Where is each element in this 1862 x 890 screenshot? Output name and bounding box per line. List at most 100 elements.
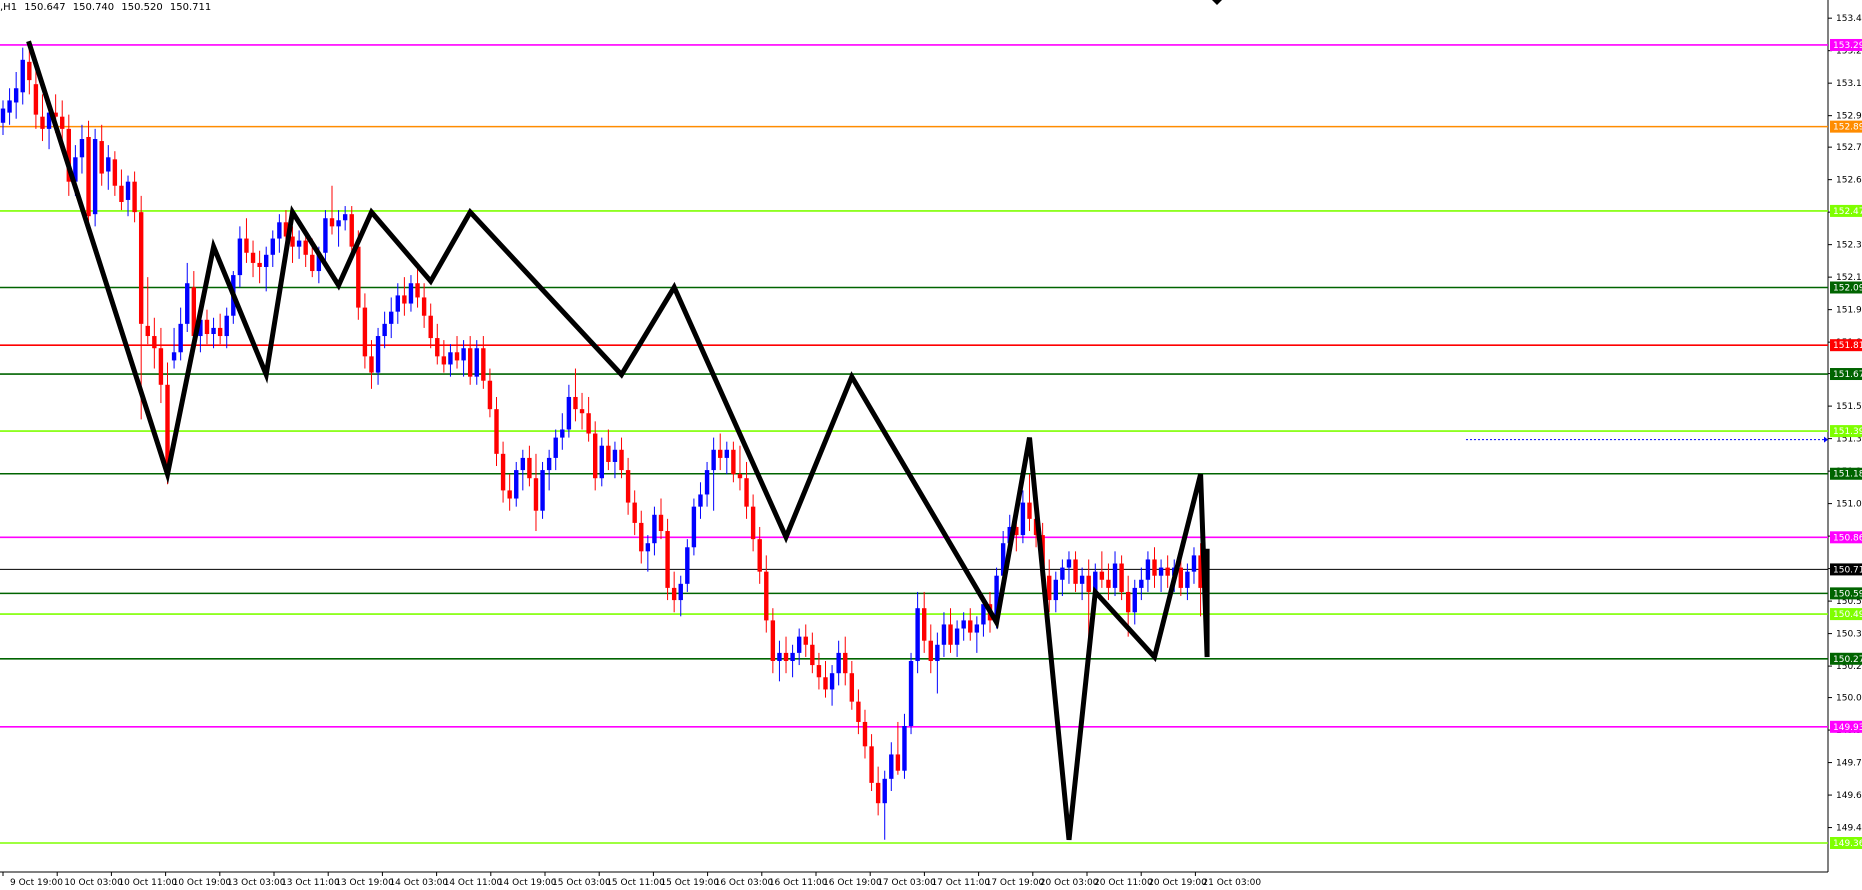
price-tick-label: 151.515 [1836, 402, 1862, 412]
level-tag-label: 151.673 [1833, 370, 1862, 380]
time-tick-label: 16 Oct 11:00 [769, 878, 828, 888]
time-tick-label: 10 Oct 19:00 [173, 878, 232, 888]
price-tick-label: 149.600 [1836, 791, 1862, 801]
time-tick-label: 20 Oct 19:00 [1148, 878, 1207, 888]
candle-body [1066, 559, 1072, 568]
candle-body [402, 295, 407, 304]
candle-body [277, 222, 282, 239]
time-tick-label: 9 Oct 19:00 [10, 878, 63, 888]
candle-body [915, 608, 920, 662]
candle-body [783, 652, 789, 662]
candle-body [514, 470, 519, 499]
level-tag-label: 151.182 [1833, 470, 1862, 480]
candle-body [1178, 567, 1184, 588]
candle-body [1152, 559, 1157, 576]
candle-body [968, 620, 973, 633]
candle-body [810, 644, 815, 666]
candle-body [211, 327, 216, 335]
candle-body [448, 352, 453, 365]
candle-body [1112, 563, 1118, 588]
candle-body [375, 336, 381, 373]
level-tag-label: 152.891 [1833, 123, 1862, 133]
level-tag-label: 151.815 [1833, 341, 1862, 351]
zigzag-overlay [26, 40, 1210, 841]
price-tick-label: 151.990 [1836, 306, 1862, 316]
candle-body [790, 652, 795, 662]
candle-body [533, 478, 539, 511]
level-tag-label: 150.869 [1833, 533, 1862, 543]
candle-body [954, 628, 960, 645]
candle-body [579, 409, 585, 414]
candle-body [573, 396, 578, 410]
price-chart[interactable]: 153.425153.265153.105152.945152.790152.6… [0, 0, 1862, 890]
time-tick-label: 13 Oct 11:00 [281, 878, 340, 888]
candle-body [671, 587, 677, 601]
candle-body [7, 100, 12, 113]
time-tick-label: 16 Oct 03:00 [715, 878, 774, 888]
candle-body [843, 652, 848, 674]
candle-body [27, 61, 32, 81]
candle-body [106, 157, 111, 172]
candle-body [856, 701, 861, 722]
candle-body [803, 636, 808, 645]
candle-body [678, 583, 683, 601]
candle-body [928, 640, 933, 662]
candle-body [1053, 579, 1058, 601]
time-tick-label: 13 Oct 03:00 [227, 878, 286, 888]
candle-body [908, 661, 914, 727]
level-tag-label: 151.392 [1833, 427, 1862, 437]
candle-body [744, 478, 749, 507]
time-tick-label: 14 Oct 19:00 [498, 878, 557, 888]
time-tick-label: 20 Oct 11:00 [1094, 878, 1153, 888]
candle-body [1106, 579, 1111, 588]
price-tick-label: 149.760 [1836, 759, 1862, 769]
candle-body [356, 246, 361, 308]
time-tick-label: 15 Oct 19:00 [660, 878, 719, 888]
candle-body [415, 283, 420, 298]
candle-body [389, 311, 394, 324]
candle-body [79, 139, 85, 158]
candle-body [323, 218, 328, 253]
candle-body [612, 449, 618, 462]
candle-body [882, 778, 887, 804]
time-tick-label: 10 Oct 11:00 [118, 878, 177, 888]
candle-body [849, 673, 855, 702]
time-tick-label: 21 Oct 03:00 [1202, 878, 1261, 888]
candle-body [290, 236, 295, 247]
candle-body [257, 262, 262, 267]
candle-body [250, 252, 256, 263]
candle-body [829, 673, 835, 690]
candle-body [217, 327, 223, 337]
candle-body [329, 218, 335, 227]
candle-body [770, 620, 776, 662]
candle-body [599, 445, 604, 479]
candle-body [1060, 567, 1065, 580]
level-tag-label: 150.711 [1833, 565, 1862, 575]
time-tick-label: 14 Oct 03:00 [389, 878, 448, 888]
horizontal-levels [0, 44, 1828, 844]
candle-body [428, 315, 433, 339]
candle-body [1158, 567, 1164, 576]
candle-body [586, 413, 591, 434]
candle-body [553, 437, 558, 458]
level-tag-label: 149.936 [1833, 723, 1862, 733]
candle-body [132, 181, 137, 213]
candle-body [698, 494, 703, 507]
price-axis: 153.425153.265153.105152.945152.790152.6… [1828, 14, 1862, 850]
candle-body [948, 624, 953, 645]
candle-body [303, 240, 308, 255]
candle-body [764, 571, 769, 621]
candle-body [244, 238, 249, 253]
candle-body [941, 624, 947, 645]
plot-area [0, 0, 1829, 873]
candle-body [1047, 575, 1052, 601]
candle-body [639, 522, 644, 552]
candle-body [342, 214, 348, 221]
candle-body [711, 449, 716, 471]
time-tick-label: 10 Oct 03:00 [64, 878, 123, 888]
candle-body [1145, 559, 1151, 580]
candle-body [902, 726, 907, 771]
price-tick-label: 153.425 [1836, 14, 1862, 24]
time-tick-label: 13 Oct 19:00 [335, 878, 394, 888]
candle-body [0, 108, 6, 123]
